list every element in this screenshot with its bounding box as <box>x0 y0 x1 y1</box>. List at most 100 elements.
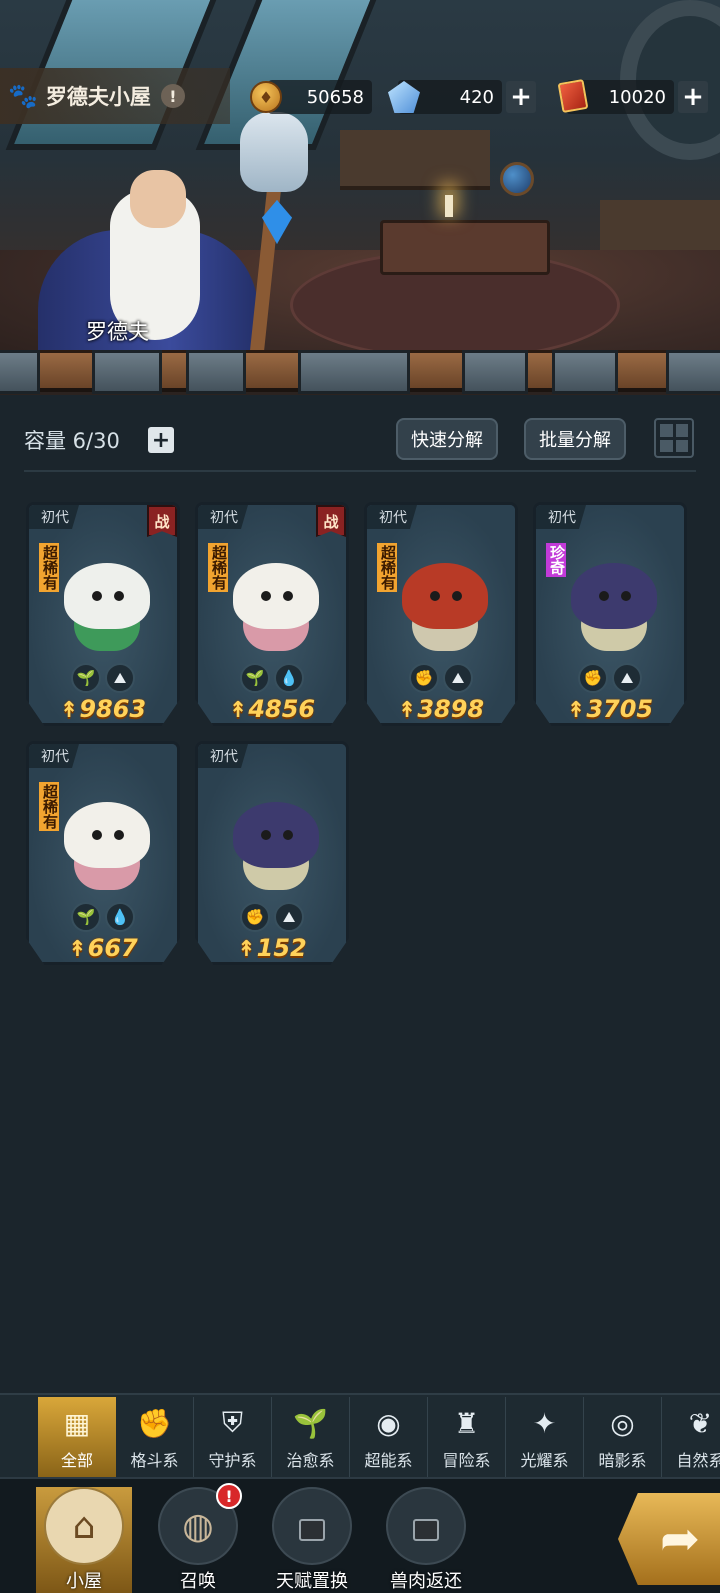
wizard-face <box>130 170 186 228</box>
quick-decompose-button[interactable]: 快速分解 <box>396 418 498 460</box>
add-tickets-button[interactable]: + <box>678 81 708 113</box>
element-icons: ✊ ⛰ <box>367 663 515 693</box>
power-number: 667 <box>87 934 138 962</box>
grid-view-toggle[interactable] <box>654 418 694 458</box>
filter-tab-label: 格斗系 <box>130 1451 179 1470</box>
filter-tab[interactable]: ▦ 全部 <box>38 1397 116 1477</box>
generation-label: 初代 <box>198 744 248 768</box>
gem-value: 420 <box>459 86 494 108</box>
monster-card[interactable]: 初代 战 超稀有 🌱 ⛰ ↟9863 <box>26 502 180 726</box>
earth-icon: ⛰ <box>612 663 642 693</box>
beam-stone <box>552 350 618 394</box>
alert-badge: ! <box>216 1483 242 1509</box>
monster-card[interactable]: 初代 超稀有 🌱 💧 ↟667 <box>26 741 180 965</box>
all-blocks-icon: ▦ <box>63 1406 91 1440</box>
shield-icon: ⛨ <box>221 1406 243 1439</box>
monster-card[interactable]: 初代 超稀有 ✊ ⛰ ↟3898 <box>364 502 518 726</box>
sprout-icon: 🌱 <box>71 902 101 932</box>
monster-portrait <box>563 553 663 658</box>
nav-item[interactable]: 兽肉返还 <box>378 1487 474 1593</box>
power-value: ↟667 <box>68 934 138 962</box>
monster-portrait <box>56 792 156 897</box>
divider <box>24 470 696 472</box>
power-value: ↟152 <box>237 934 307 962</box>
talent-swap-icon <box>272 1487 352 1565</box>
nav-item[interactable]: ⌂ 小屋 <box>36 1487 132 1593</box>
info-icon[interactable]: ! <box>160 84 185 108</box>
fist-icon: ✊ <box>137 1406 172 1440</box>
power-number: 3898 <box>417 695 485 723</box>
filter-tab-label: 全部 <box>60 1451 93 1470</box>
batch-decompose-button[interactable]: 批量分解 <box>524 418 626 460</box>
power-number: 3705 <box>586 695 654 723</box>
filter-tab-label: 冒险系 <box>442 1451 491 1470</box>
generation-label: 初代 <box>29 744 79 768</box>
earth-icon: ⛰ <box>443 663 473 693</box>
lantern-icon: ♜ <box>453 1406 480 1440</box>
beam-stone <box>186 350 246 394</box>
nav-item-label: 小屋 <box>66 1571 102 1592</box>
fist-icon: ✊ <box>409 663 439 693</box>
earth-icon: ⛰ <box>105 663 135 693</box>
filter-tab[interactable]: ❦ 自然系 <box>662 1397 720 1477</box>
monster-portrait <box>225 553 325 658</box>
gold-coin-icon: ♦ <box>250 81 282 113</box>
alien-head-icon: ◉ <box>376 1406 401 1440</box>
bottom-navigation: ⌂ 小屋 ◍ ! 召唤 天赋置换 兽肉返还 <box>0 1477 720 1593</box>
generation-label: 初代 <box>536 505 586 529</box>
nav-item[interactable]: 天赋置换 <box>264 1487 360 1593</box>
nav-item[interactable]: ◍ ! 召唤 <box>150 1483 246 1593</box>
monster-portrait <box>394 553 494 658</box>
in-battle-badge: 战 <box>147 505 177 537</box>
eye-icon: ◎ <box>610 1406 635 1440</box>
sprout-icon: 🌱 <box>240 663 270 693</box>
nav-item-label: 召唤 <box>180 1571 216 1592</box>
location-title: 罗德夫小屋 <box>45 85 151 109</box>
npc-wizard[interactable] <box>38 150 268 370</box>
in-battle-badge: 战 <box>316 505 346 537</box>
monster-card[interactable]: 初代 ✊ ⛰ ↟152 <box>195 741 349 965</box>
fist-icon: ✊ <box>578 663 608 693</box>
candle <box>445 195 453 217</box>
water-drop-icon: 💧 <box>105 902 135 932</box>
element-filter-bar: ▦ 全部 ✊ 格斗系 ⛨ 守护系 🌱 治愈系 ◉ 超能系 ♜ 冒险系 ✦ 光耀系 ◎ 暗影系 ❦… <box>0 1393 720 1477</box>
element-icons: 🌱 💧 <box>198 663 346 693</box>
generation-label: 初代 <box>29 505 79 529</box>
egg-icon: ◍ ! <box>158 1483 242 1565</box>
generation-label: 初代 <box>198 505 248 529</box>
filter-tab[interactable]: ♜ 冒险系 <box>428 1397 506 1477</box>
filter-tab[interactable]: ✦ 光耀系 <box>506 1397 584 1477</box>
beam-stone <box>298 350 410 394</box>
filter-tab[interactable]: ✊ 格斗系 <box>116 1397 194 1477</box>
sprout-icon: 🌱 <box>71 663 101 693</box>
lock-icon <box>299 1519 325 1541</box>
location-title-bar: 🐾 罗德夫小屋 ! <box>0 68 230 124</box>
nav-item-label: 兽肉返还 <box>390 1571 462 1592</box>
filter-tab[interactable]: 🌱 治愈系 <box>272 1397 350 1477</box>
element-icons: ✊ ⛰ <box>198 902 346 932</box>
filter-tab[interactable]: ◉ 超能系 <box>350 1397 428 1477</box>
power-number: 9863 <box>79 695 147 723</box>
element-icons: ✊ ⛰ <box>536 663 684 693</box>
monster-card[interactable]: 初代 战 超稀有 🌱 💧 ↟4856 <box>195 502 349 726</box>
power-value: ↟3705 <box>566 695 654 723</box>
earth-icon: ⛰ <box>274 902 304 932</box>
filter-tab[interactable]: ◎ 暗影系 <box>584 1397 662 1477</box>
element-icons: 🌱 ⛰ <box>29 663 177 693</box>
power-value: ↟3898 <box>397 695 485 723</box>
globe <box>500 162 534 196</box>
nav-item-label: 天赋置换 <box>276 1571 348 1592</box>
filter-tab[interactable]: ⛨ 守护系 <box>194 1397 272 1477</box>
filter-tab-label: 自然系 <box>676 1451 720 1470</box>
owl-pet <box>240 112 308 192</box>
element-icons: 🌱 💧 <box>29 902 177 932</box>
add-gems-button[interactable]: + <box>506 81 536 113</box>
power-value: ↟4856 <box>228 695 316 723</box>
monster-card[interactable]: 初代 珍奇 ✊ ⛰ ↟3705 <box>533 502 687 726</box>
power-number: 4856 <box>248 695 316 723</box>
expand-capacity-button[interactable]: + <box>148 427 174 453</box>
beam-stone <box>666 350 720 394</box>
house-icon: ⌂ <box>44 1487 124 1565</box>
beam-stone <box>0 350 40 394</box>
go-button[interactable]: ➦ <box>618 1493 720 1585</box>
